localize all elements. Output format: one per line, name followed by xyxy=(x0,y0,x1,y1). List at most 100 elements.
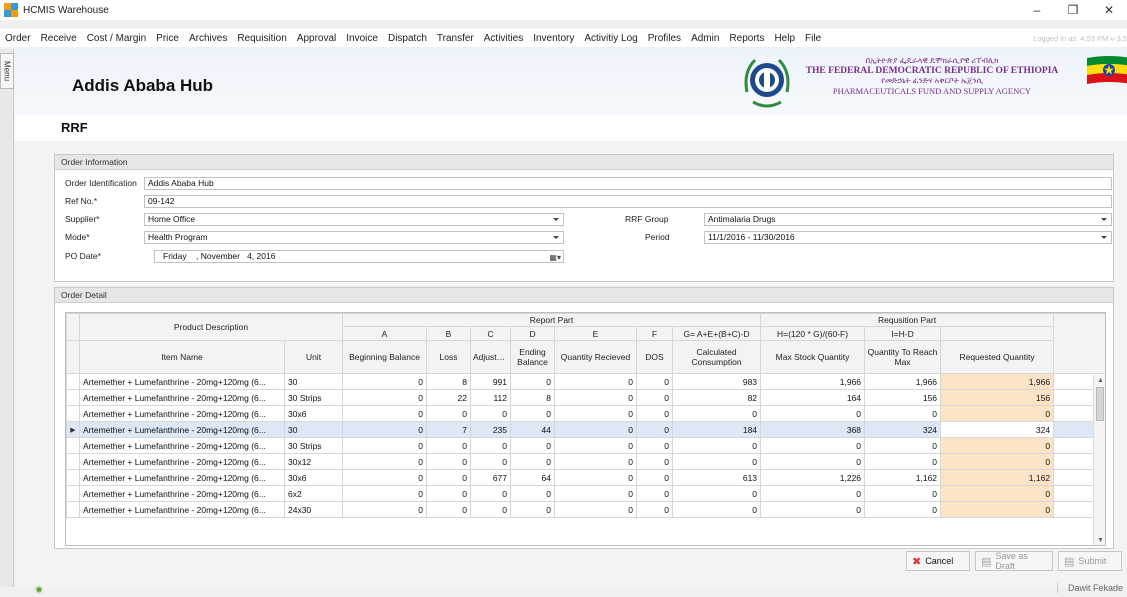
cell-quantity-received: 0 xyxy=(554,485,638,502)
table-row[interactable]: Artemether + Lumefanthrine - 20mg+120mg … xyxy=(66,485,1105,502)
cell-beginning-balance: 0 xyxy=(342,421,428,438)
cell-ending-balance: 0 xyxy=(510,485,556,502)
chevron-down-icon[interactable] xyxy=(1101,218,1107,221)
table-row[interactable]: Artemether + Lumefanthrine - 20mg+120mg … xyxy=(66,405,1105,422)
cell-item-name: Artemether + Lumefanthrine - 20mg+120mg … xyxy=(79,373,285,390)
cell-quantity-to-reach-max: 0 xyxy=(864,485,942,502)
supplier-value: Home Office xyxy=(148,214,196,224)
menu-dispatch[interactable]: Dispatch xyxy=(383,33,432,44)
cell-max-stock-quantity: 0 xyxy=(760,437,866,454)
row-indicator[interactable] xyxy=(66,453,80,470)
cell-requested-quantity[interactable]: 1,966 xyxy=(940,373,1055,390)
cell-loss: 7 xyxy=(426,421,472,438)
supplier-select[interactable]: Home Office xyxy=(144,213,564,226)
menu-requisition[interactable]: Requisition xyxy=(232,33,291,44)
logged-in-info: Logged in as: 4:53 PM v-3.5 xyxy=(1033,33,1127,43)
table-row[interactable]: Artemether + Lumefanthrine - 20mg+120mg … xyxy=(66,373,1105,390)
rrf-group-select[interactable]: Antimalaria Drugs xyxy=(704,213,1112,226)
cell-beginning-balance: 0 xyxy=(342,501,428,518)
rrf-group-label: RRF Group xyxy=(625,214,669,224)
cell-requested-quantity[interactable]: 0 xyxy=(940,501,1055,518)
cell-requested-quantity[interactable]: 324 xyxy=(940,421,1055,438)
col-letter-d: D xyxy=(510,326,556,341)
menu-admin[interactable]: Admin xyxy=(686,33,724,44)
minimize-button[interactable]: – xyxy=(1019,0,1055,20)
col-item-name[interactable]: Item Name xyxy=(79,340,285,374)
table-row[interactable]: Artemether + Lumefanthrine - 20mg+120mg … xyxy=(66,437,1105,454)
gear-icon[interactable]: ✷ xyxy=(34,583,44,597)
cell-loss: 8 xyxy=(426,373,472,390)
col-adjustment[interactable]: Adjustm... xyxy=(470,340,512,374)
menu-file[interactable]: File xyxy=(800,33,826,44)
maximize-button[interactable]: ❐ xyxy=(1055,0,1091,20)
col-quantity-received[interactable]: Quantity Recieved xyxy=(554,340,638,374)
menu-activities[interactable]: Activities xyxy=(479,33,528,44)
col-max-stock-quantity[interactable]: Max Stock Quantity xyxy=(760,340,866,374)
col-loss[interactable]: Loss xyxy=(426,340,472,374)
col-calculated-consumption[interactable]: Calculated Consumption xyxy=(672,340,762,374)
cell-requested-quantity[interactable]: 156 xyxy=(940,389,1055,406)
cell-requested-quantity[interactable]: 1,162 xyxy=(940,469,1055,486)
row-indicator[interactable] xyxy=(66,437,80,454)
menu-profiles[interactable]: Profiles xyxy=(643,33,686,44)
cell-requested-quantity[interactable]: 0 xyxy=(940,405,1055,422)
menu-inventory[interactable]: Inventory xyxy=(528,33,579,44)
menu-invoice[interactable]: Invoice xyxy=(341,33,383,44)
col-dos[interactable]: DOS xyxy=(636,340,674,374)
row-indicator[interactable] xyxy=(66,485,80,502)
order-identification-field[interactable]: Addis Ababa Hub xyxy=(144,177,1112,190)
close-button[interactable]: ✕ xyxy=(1091,0,1127,20)
row-indicator[interactable] xyxy=(66,405,80,422)
menu-approval[interactable]: Approval xyxy=(292,33,341,44)
calendar-dropdown-icon[interactable]: ▦▾ xyxy=(549,252,561,263)
scroll-down-icon[interactable]: ▼ xyxy=(1097,537,1104,544)
cancel-button[interactable]: ✖ Cancel xyxy=(906,551,970,571)
table-row[interactable]: ▶ Artemether + Lumefanthrine - 20mg+120mg… xyxy=(66,421,1105,438)
table-row[interactable]: Artemether + Lumefanthrine - 20mg+120mg … xyxy=(66,453,1105,470)
table-row[interactable]: Artemether + Lumefanthrine - 20mg+120mg … xyxy=(66,501,1105,518)
menu-activity-log[interactable]: Activitiy Log xyxy=(579,33,642,44)
submit-button[interactable]: ▤ Submit xyxy=(1058,551,1122,571)
menu-transfer[interactable]: Transfer xyxy=(432,33,479,44)
col-quantity-to-reach-max[interactable]: Quantity To Reach Max xyxy=(864,340,942,374)
requisition-grid[interactable]: Product Description Report Part Requsiti… xyxy=(65,312,1106,546)
row-indicator[interactable] xyxy=(66,501,80,518)
period-select[interactable]: 11/1/2016 - 11/30/2016 xyxy=(704,231,1112,244)
scroll-up-icon[interactable]: ▲ xyxy=(1097,377,1104,384)
menu-archives[interactable]: Archives xyxy=(184,33,232,44)
col-unit[interactable]: Unit xyxy=(283,340,344,374)
menu-price[interactable]: Price xyxy=(151,33,184,44)
ref-no-field[interactable]: 09-142 xyxy=(144,195,1112,208)
cell-item-name: Artemether + Lumefanthrine - 20mg+120mg … xyxy=(79,501,285,518)
row-indicator[interactable] xyxy=(66,373,80,390)
mode-select[interactable]: Health Program xyxy=(144,231,564,244)
col-requested-quantity[interactable]: Requested Quantity xyxy=(940,340,1055,374)
cell-requested-quantity[interactable]: 0 xyxy=(940,437,1055,454)
scroll-thumb[interactable] xyxy=(1096,387,1104,421)
chevron-down-icon[interactable] xyxy=(553,218,559,221)
table-row[interactable]: Artemether + Lumefanthrine - 20mg+120mg … xyxy=(66,469,1105,486)
cell-max-stock-quantity: 0 xyxy=(760,501,866,518)
menu-reports[interactable]: Reports xyxy=(724,33,769,44)
table-row[interactable]: Artemether + Lumefanthrine - 20mg+120mg … xyxy=(66,389,1105,406)
row-indicator[interactable] xyxy=(66,389,80,406)
po-date-picker[interactable]: Friday , November 4, 2016 ▦▾ xyxy=(154,250,564,263)
side-menu-label: Menu xyxy=(2,60,12,81)
row-indicator[interactable]: ▶ xyxy=(66,421,80,438)
menu-help[interactable]: Help xyxy=(769,33,800,44)
row-indicator[interactable] xyxy=(66,469,80,486)
menu-cost-margin[interactable]: Cost / Margin xyxy=(82,33,151,44)
menu-receive[interactable]: Receive xyxy=(36,33,82,44)
cell-requested-quantity[interactable]: 0 xyxy=(940,485,1055,502)
period-value: 11/1/2016 - 11/30/2016 xyxy=(708,232,795,242)
cell-dos: 0 xyxy=(636,373,674,390)
cell-requested-quantity[interactable]: 0 xyxy=(940,453,1055,470)
col-beginning-balance[interactable]: Beginning Balance xyxy=(342,340,428,374)
save-as-draft-button[interactable]: ▤ Save as Draft xyxy=(975,551,1053,571)
side-menu-tab[interactable]: Menu xyxy=(0,53,14,89)
grid-vertical-scrollbar[interactable]: ▲ ▼ xyxy=(1093,375,1105,545)
menu-order[interactable]: Order xyxy=(0,33,36,44)
chevron-down-icon[interactable] xyxy=(553,236,559,239)
chevron-down-icon[interactable] xyxy=(1101,236,1107,239)
col-ending-balance[interactable]: Ending Balance xyxy=(510,340,556,374)
